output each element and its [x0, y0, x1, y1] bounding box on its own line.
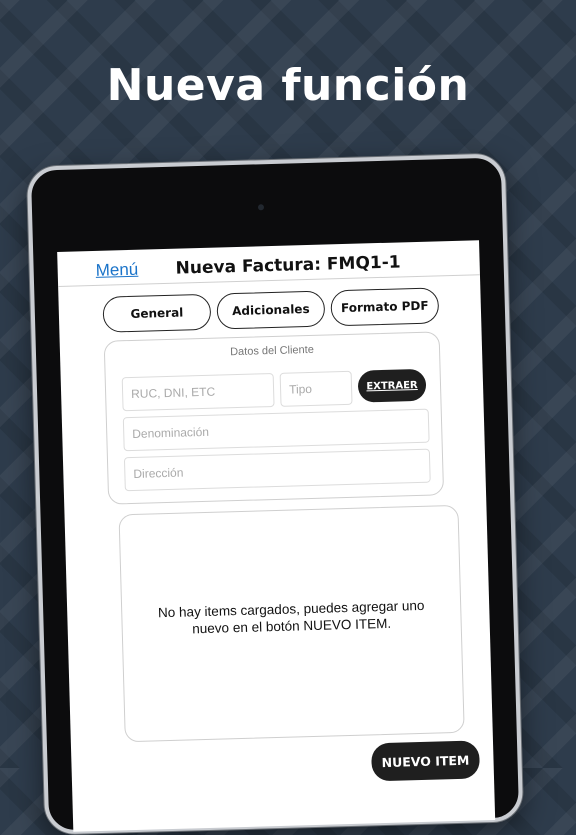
- ruc-input[interactable]: [122, 374, 274, 411]
- app-screen: Menú Nueva Factura: FMQ1-1 General Adici…: [57, 240, 496, 832]
- tipo-input[interactable]: [280, 371, 352, 406]
- empty-items-message: No hay items cargados, puedes agregar un…: [157, 597, 425, 637]
- tablet-device: Menú Nueva Factura: FMQ1-1 General Adici…: [26, 153, 524, 835]
- tab-general[interactable]: General: [102, 293, 212, 333]
- client-section-label: Datos del Cliente: [229, 343, 315, 359]
- ruc-field[interactable]: [121, 372, 275, 412]
- tab-adicionales[interactable]: Adicionales: [216, 290, 326, 330]
- new-item-button[interactable]: NUEVO ITEM: [371, 740, 481, 782]
- client-data-panel: Datos del Cliente EXTRAER: [103, 331, 445, 505]
- page-title: Nueva Factura: FMQ1-1: [175, 252, 401, 279]
- denominacion-field[interactable]: [122, 408, 430, 452]
- denominacion-input[interactable]: [123, 409, 429, 451]
- direccion-input[interactable]: [124, 449, 430, 491]
- extract-button[interactable]: EXTRAER: [357, 368, 427, 403]
- navigation-bar: Menú Nueva Factura: FMQ1-1: [57, 240, 480, 287]
- promo-headline: Nueva función: [106, 60, 470, 111]
- tipo-field[interactable]: [279, 370, 353, 407]
- tab-formato-pdf[interactable]: Formato PDF: [330, 287, 440, 327]
- menu-link[interactable]: Menú: [95, 260, 138, 281]
- camera-dot: [257, 204, 265, 211]
- items-panel: No hay items cargados, puedes agregar un…: [118, 504, 465, 743]
- direccion-field[interactable]: [123, 448, 431, 492]
